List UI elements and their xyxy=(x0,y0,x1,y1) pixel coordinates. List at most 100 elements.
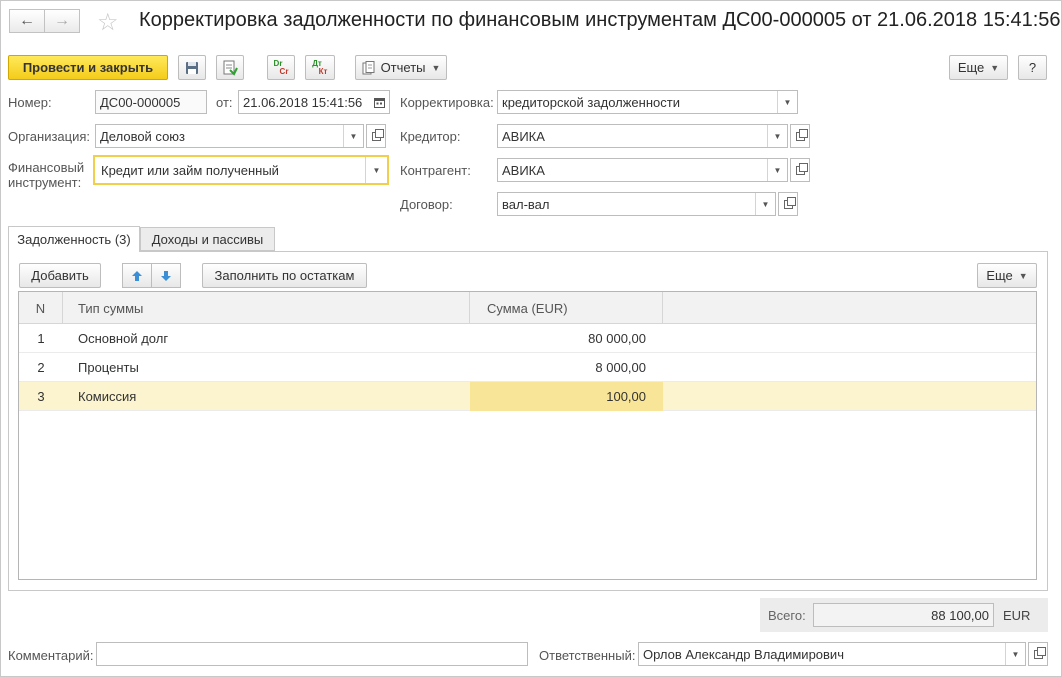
col-type-header[interactable]: Тип суммы xyxy=(63,292,470,324)
correction-value: кредиторской задолженности xyxy=(502,94,680,110)
debt-table: N Тип суммы Сумма (EUR) 1 Основной долг … xyxy=(18,291,1037,580)
instrument-value: Кредит или займ полученный xyxy=(101,162,279,178)
col-amount-header[interactable]: Сумма (EUR) xyxy=(470,292,663,324)
open-responsible-button[interactable] xyxy=(1028,642,1048,666)
row-type: Комиссия xyxy=(78,389,137,404)
chevron-down-icon: ▼ xyxy=(990,62,1000,73)
contract-label: Договор: xyxy=(400,197,453,212)
row-amount: 8 000,00 xyxy=(595,360,646,375)
chevron-down-icon[interactable]: ▼ xyxy=(365,157,387,183)
post-button[interactable] xyxy=(216,55,244,80)
creditor-field[interactable]: АВИКА ▼ xyxy=(497,124,788,148)
comment-field[interactable] xyxy=(96,642,528,666)
save-button[interactable] xyxy=(178,55,206,80)
total-label: Всего: xyxy=(768,608,806,623)
chevron-down-icon: ▼ xyxy=(1018,270,1028,281)
table-row-selected[interactable]: 3 Комиссия 100,00 xyxy=(19,382,1036,411)
table-more-label: Еще xyxy=(986,268,1013,283)
arrow-right-icon: → xyxy=(54,12,70,29)
open-contract-button[interactable] xyxy=(778,192,798,216)
total-currency: EUR xyxy=(1003,608,1031,623)
instrument-field[interactable]: Кредит или займ полученный ▼ xyxy=(93,155,389,185)
row-number: 3 xyxy=(37,389,45,404)
row-number: 1 xyxy=(37,331,45,346)
instrument-label-line2: инструмент: xyxy=(8,175,82,190)
creditor-label: Кредитор: xyxy=(400,129,461,144)
comment-label: Комментарий: xyxy=(8,648,94,663)
help-button[interactable]: ? xyxy=(1018,55,1047,80)
open-counterparty-button[interactable] xyxy=(790,158,810,182)
table-row[interactable]: 2 Проценты 8 000,00 xyxy=(19,353,1036,382)
kt-label: Кт xyxy=(318,66,328,76)
fill-by-balances-button[interactable]: Заполнить по остаткам xyxy=(202,263,367,288)
tab-income-liabilities[interactable]: Доходы и пассивы xyxy=(140,227,275,251)
chevron-down-icon[interactable]: ▼ xyxy=(755,193,775,215)
instrument-label-line1: Финансовый xyxy=(8,160,85,175)
dt-kt-button[interactable]: Дт Кт xyxy=(305,55,335,80)
chevron-down-icon[interactable]: ▼ xyxy=(1005,643,1025,665)
col-n-header[interactable]: N xyxy=(19,292,63,324)
date-field[interactable]: 21.06.2018 15:41:56 xyxy=(238,90,390,114)
forward-button[interactable]: → xyxy=(44,9,80,33)
reports-label: Отчеты xyxy=(380,60,426,75)
row-amount[interactable]: 100,00 xyxy=(470,382,663,411)
table-row[interactable]: 1 Основной долг 80 000,00 xyxy=(19,324,1036,353)
number-field[interactable]: ДС00-000005 xyxy=(95,90,207,114)
organization-field[interactable]: Деловой союз ▼ xyxy=(95,124,364,148)
contract-field[interactable]: вал-вал ▼ xyxy=(497,192,776,216)
instrument-label: Финансовый инструмент: xyxy=(8,160,84,190)
move-up-button[interactable] xyxy=(122,263,152,288)
reports-button[interactable]: Отчеты ▼ xyxy=(355,55,447,80)
open-icon xyxy=(1033,646,1046,659)
correction-field[interactable]: кредиторской задолженности ▼ xyxy=(497,90,798,114)
date-value: 21.06.2018 15:41:56 xyxy=(243,94,363,110)
save-icon xyxy=(186,61,198,74)
back-button[interactable]: ← xyxy=(9,9,45,33)
dr-cr-button[interactable]: Dr Cr xyxy=(267,55,295,80)
open-icon xyxy=(795,162,808,175)
more-button[interactable]: Еще ▼ xyxy=(949,55,1008,80)
correction-label: Корректировка: xyxy=(400,95,494,110)
open-creditor-button[interactable] xyxy=(790,124,810,148)
open-organization-button[interactable] xyxy=(366,124,386,148)
tab-debt[interactable]: Задолженность (3) xyxy=(8,226,140,252)
responsible-label: Ответственный: xyxy=(539,648,636,663)
arrow-left-icon: ← xyxy=(19,12,35,29)
total-value: 88 100,00 xyxy=(931,607,989,623)
calendar-icon[interactable] xyxy=(369,91,389,113)
open-icon xyxy=(783,196,796,209)
add-button[interactable]: Добавить xyxy=(19,263,101,288)
reports-icon xyxy=(362,60,375,74)
creditor-value: АВИКА xyxy=(502,128,545,144)
chevron-down-icon[interactable]: ▼ xyxy=(767,125,787,147)
chevron-down-icon[interactable]: ▼ xyxy=(767,159,787,181)
chevron-down-icon[interactable]: ▼ xyxy=(777,91,797,113)
open-icon xyxy=(371,128,384,141)
chevron-down-icon[interactable]: ▼ xyxy=(343,125,363,147)
row-amount: 80 000,00 xyxy=(588,331,646,346)
organization-value: Деловой союз xyxy=(100,128,186,144)
responsible-value: Орлов Александр Владимирович xyxy=(643,646,844,662)
counterparty-value: АВИКА xyxy=(502,162,545,178)
counterparty-label: Контрагент: xyxy=(400,163,471,178)
contract-value: вал-вал xyxy=(502,196,550,212)
date-label: от: xyxy=(216,95,233,110)
post-and-close-button[interactable]: Провести и закрыть xyxy=(8,55,168,80)
responsible-field[interactable]: Орлов Александр Владимирович ▼ xyxy=(638,642,1026,666)
organization-label: Организация: xyxy=(8,129,91,144)
number-value: ДС00-000005 xyxy=(100,94,181,110)
table-more-button[interactable]: Еще ▼ xyxy=(977,263,1037,288)
favorite-star-icon[interactable]: ☆ xyxy=(97,8,119,37)
cr-label: Cr xyxy=(279,66,289,76)
open-icon xyxy=(795,128,808,141)
arrow-up-icon xyxy=(132,270,142,281)
counterparty-field[interactable]: АВИКА ▼ xyxy=(497,158,788,182)
move-down-button[interactable] xyxy=(151,263,181,288)
window-title: Корректировка задолженности по финансовы… xyxy=(139,9,1061,31)
table-header: N Тип суммы Сумма (EUR) xyxy=(19,292,1036,324)
row-type: Проценты xyxy=(78,360,139,375)
total-field: 88 100,00 xyxy=(813,603,994,627)
number-label: Номер: xyxy=(8,95,52,110)
chevron-down-icon: ▼ xyxy=(431,62,441,73)
row-type: Основной долг xyxy=(78,331,169,346)
